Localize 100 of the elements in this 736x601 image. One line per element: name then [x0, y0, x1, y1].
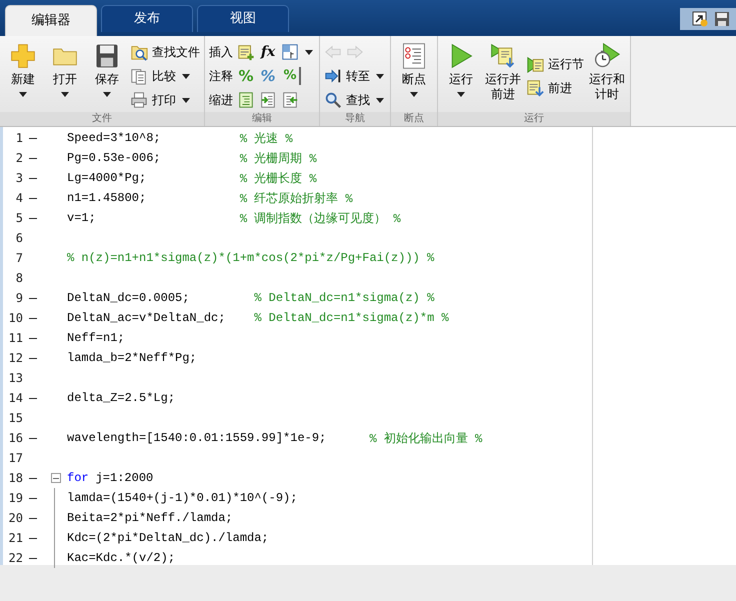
- code-text: j=1:2000: [96, 471, 154, 485]
- dropdown-caret-icon[interactable]: [410, 92, 418, 97]
- folder-search-icon[interactable]: [130, 43, 148, 61]
- decrease-indent-icon[interactable]: [281, 91, 299, 109]
- ribbon-button[interactable]: 运行: [442, 40, 480, 97]
- advance-icon[interactable]: [526, 79, 544, 97]
- line-number: 5: [14, 211, 23, 225]
- tab[interactable]: 视图: [197, 5, 289, 32]
- line-number: 19: [8, 491, 23, 505]
- dropdown-caret-icon[interactable]: [457, 92, 465, 97]
- dropdown-caret-icon[interactable]: [19, 92, 27, 97]
- ribbon-button-label[interactable]: 运行节: [548, 56, 584, 72]
- section-title: 运行: [438, 112, 630, 126]
- ribbon-button[interactable]: 保存: [88, 40, 126, 97]
- code-comment: % 光栅长度 %: [240, 170, 317, 186]
- code-text: lamda=(1540+(j-1)*0.01)*10^(-9);: [67, 491, 298, 505]
- code-comment: % 光速 %: [240, 130, 293, 146]
- dropdown-caret-icon[interactable]: [182, 98, 190, 102]
- undock-icon[interactable]: [692, 11, 708, 27]
- code-comment: % DeltaN_dc=n1*sigma(z)*m %: [254, 311, 449, 325]
- ribbon-button[interactable]: 运行和计时: [588, 40, 626, 102]
- function-button[interactable]: fx: [259, 43, 277, 61]
- code-text: Lg=4000*Pg;: [67, 171, 148, 185]
- line-number: 1: [14, 131, 23, 145]
- ribbon-button[interactable]: 运行并前进: [484, 40, 522, 102]
- ribbon-button[interactable]: 打开: [46, 40, 84, 97]
- ribbon-button-label[interactable]: 插入: [209, 44, 233, 60]
- ribbon-button-label[interactable]: 转至: [346, 68, 370, 84]
- code-text: Pg=0.53e-006;: [67, 151, 162, 165]
- line-number: 10: [8, 311, 23, 325]
- stopwatch-play-icon[interactable]: [593, 42, 621, 70]
- line-number: 2: [14, 151, 23, 165]
- dropdown-caret-icon[interactable]: [61, 92, 69, 97]
- dropdown-caret-icon[interactable]: [376, 98, 384, 102]
- line-number: 21: [8, 531, 23, 545]
- line-number: 17: [8, 451, 23, 465]
- line-number: 22: [8, 551, 23, 565]
- ribbon-button-label[interactable]: 缩进: [209, 92, 233, 108]
- dropdown-caret-icon[interactable]: [376, 74, 384, 78]
- line-number: 3: [14, 171, 23, 185]
- fold-toggle-icon[interactable]: [50, 473, 60, 483]
- line-number: 12: [8, 351, 23, 365]
- line-number: 9: [14, 291, 23, 305]
- code-text: v=1;: [67, 211, 97, 225]
- insert-section-icon[interactable]: [237, 43, 255, 61]
- ribbon-button[interactable]: 断点: [395, 40, 433, 97]
- increase-indent-icon[interactable]: [259, 91, 277, 109]
- code-text: lamda_b=2*Neff*Pg;: [67, 351, 197, 365]
- line-number: 8: [14, 271, 23, 285]
- tab[interactable]: 编辑器: [5, 5, 97, 36]
- ribbon-button-label[interactable]: 查找: [346, 92, 370, 108]
- line-number: 6: [14, 231, 23, 245]
- code-text: Speed=3*10^8;: [67, 131, 162, 145]
- code-text: Beita=2*pi*Neff./lamda;: [67, 511, 233, 525]
- ribbon-button-label[interactable]: 比较: [152, 68, 176, 84]
- go-to-icon[interactable]: [324, 67, 342, 85]
- section-title: 断点: [391, 112, 437, 126]
- section-title: 编辑: [205, 112, 319, 126]
- line-number: 13: [8, 371, 23, 385]
- ribbon-button-label[interactable]: 查找文件: [152, 44, 200, 60]
- ribbon-button-label[interactable]: 注释: [209, 68, 233, 84]
- dropdown-caret-icon[interactable]: [305, 50, 313, 54]
- section-title: 文件: [0, 112, 204, 126]
- plus-icon[interactable]: [9, 42, 37, 70]
- code-text: Kdc=(2*pi*DeltaN_dc)./lamda;: [67, 531, 269, 545]
- insert-field-icon[interactable]: [281, 43, 299, 61]
- keyword: for: [67, 471, 89, 485]
- dropdown-caret-icon[interactable]: [182, 74, 190, 78]
- line-number: 18: [8, 471, 23, 485]
- ribbon-button-label[interactable]: 前进: [548, 80, 572, 96]
- code-text: n1=1.45800;: [67, 191, 148, 205]
- line-number: 7: [14, 251, 23, 265]
- code-text: delta_Z=2.5*Lg;: [67, 391, 176, 405]
- line-number: 15: [8, 411, 23, 425]
- code-text: Kac=Kdc.*(v/2);: [67, 551, 176, 565]
- search-icon[interactable]: [324, 91, 342, 109]
- code-comment: % 初始化输出向量 %: [369, 430, 482, 446]
- run-section-icon[interactable]: [526, 55, 544, 73]
- code-text: DeltaN_dc=0.0005;: [67, 291, 190, 305]
- smart-indent-icon[interactable]: [237, 91, 255, 109]
- save-icon[interactable]: [714, 11, 730, 27]
- code-text: wavelength=[1540:0.01:1559.99]*1e-9;: [67, 431, 328, 445]
- dropdown-caret-icon[interactable]: [103, 92, 111, 97]
- code-comment: % 光栅周期 %: [240, 150, 317, 166]
- code-comment: % 纤芯原始折射率 %: [240, 190, 353, 206]
- code-comment: % n(z)=n1+n1*sigma(z)*(1+m*cos(2*pi*z/Pg+Fai(z))) %: [67, 251, 434, 265]
- line-number: 20: [8, 511, 23, 525]
- run-advance-icon[interactable]: [489, 42, 517, 70]
- breakpoints-icon[interactable]: [400, 42, 428, 70]
- code-text: DeltaN_ac=v*DeltaN_dc;: [67, 311, 226, 325]
- document-compare-icon[interactable]: [130, 67, 148, 85]
- section-title: 导航: [320, 112, 390, 126]
- line-number: 14: [8, 391, 23, 405]
- tab[interactable]: 发布: [101, 5, 193, 32]
- ribbon-button-label[interactable]: 打印: [152, 92, 176, 108]
- code-comment: % DeltaN_dc=n1*sigma(z) %: [254, 291, 434, 305]
- line-number: 16: [8, 431, 23, 445]
- printer-icon[interactable]: [130, 91, 148, 109]
- code-text: Neff=n1;: [67, 331, 125, 345]
- ribbon-button[interactable]: 新建: [4, 40, 42, 97]
